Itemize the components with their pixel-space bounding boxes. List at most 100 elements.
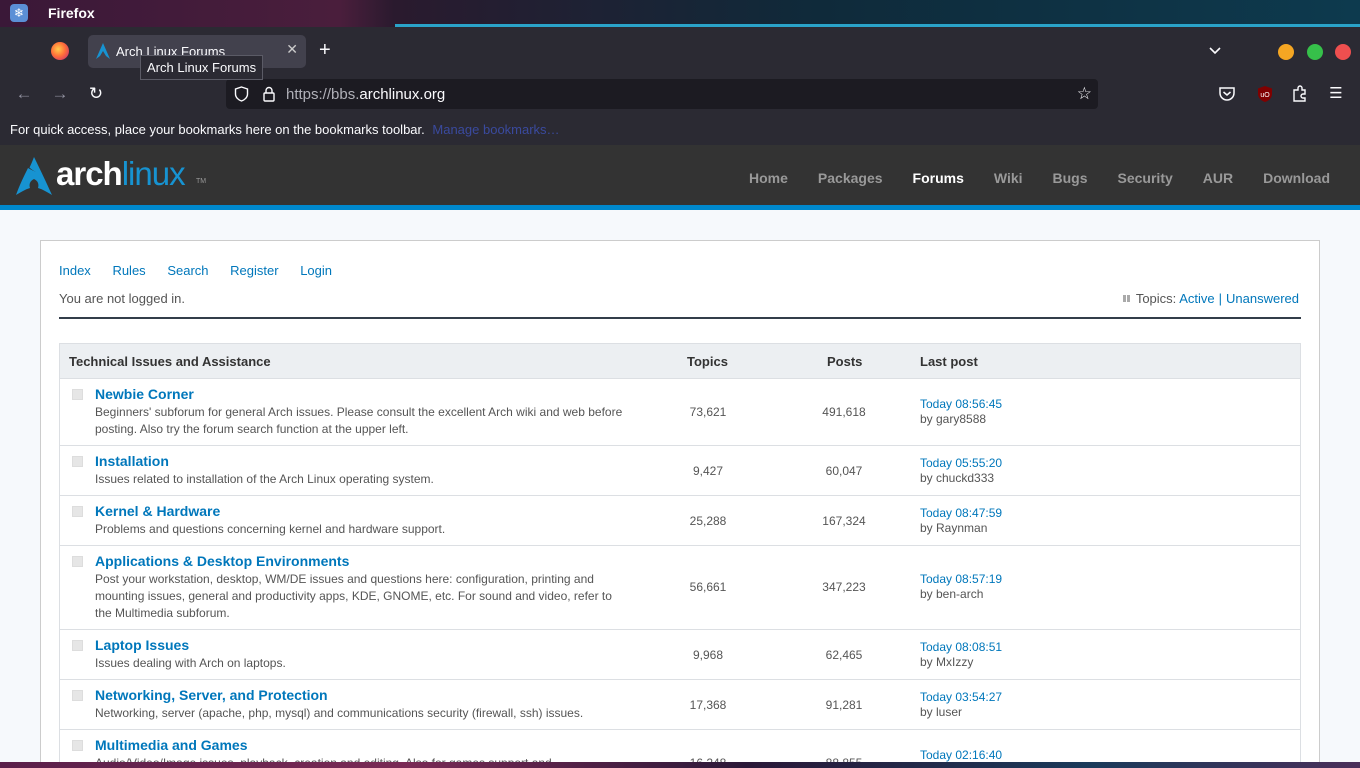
table-row: Installation Issues related to installat…	[60, 446, 1300, 496]
nav-packages[interactable]: Packages	[818, 170, 883, 186]
forward-arrow-icon[interactable]: →	[50, 84, 70, 104]
last-post-link[interactable]: Today 02:16:40	[920, 748, 1002, 762]
divider	[59, 317, 1301, 319]
topic-count: 17,368	[689, 698, 727, 712]
last-post: Today 08:56:45 by gary8588	[920, 397, 1002, 427]
last-post-link[interactable]: Today 08:57:19	[920, 572, 1002, 586]
firefox-view-icon[interactable]	[51, 42, 69, 60]
forum-name-link[interactable]: Newbie Corner	[95, 386, 194, 402]
last-post-link[interactable]: Today 05:55:20	[920, 456, 1002, 470]
table-row: Newbie Corner Beginners' subforum for ge…	[60, 379, 1300, 446]
arch-logo-icon[interactable]	[16, 157, 52, 195]
last-post-author: by ben-arch	[920, 587, 984, 601]
forum-description: Networking, server (apache, php, mysql) …	[95, 706, 584, 720]
forum-name-link[interactable]: Kernel & Hardware	[95, 503, 220, 519]
login-status: You are not logged in.	[59, 291, 186, 306]
category-heading: Technical Issues and Assistance	[69, 354, 271, 369]
reload-icon[interactable]: ↻	[86, 84, 106, 104]
close-window-button[interactable]	[1335, 44, 1351, 60]
forum-name-link[interactable]: Multimedia and Games	[95, 737, 247, 753]
trademark-mark: TM	[196, 178, 207, 185]
post-count: 62,465	[825, 648, 863, 662]
subnav-login[interactable]: Login	[300, 263, 332, 278]
url-bar[interactable]: https://bbs.archlinux.org ☆	[226, 79, 1098, 109]
nav-security[interactable]: Security	[1118, 170, 1173, 186]
nav-wiki[interactable]: Wiki	[994, 170, 1023, 186]
arch-header: archlinux TM Home Packages Forums Wiki B…	[0, 145, 1360, 205]
post-count: 167,324	[822, 514, 866, 528]
table-row: Networking, Server, and Protection Netwo…	[60, 680, 1300, 730]
ublock-origin-icon[interactable]: uO	[1256, 85, 1274, 103]
topic-count: 25,288	[689, 514, 727, 528]
manage-bookmarks-link[interactable]: Manage bookmarks…	[432, 122, 559, 137]
lock-icon[interactable]	[262, 86, 276, 102]
site-navigation: Home Packages Forums Wiki Bugs Security …	[719, 170, 1330, 186]
hamburger-menu-icon[interactable]: ☰	[1327, 85, 1345, 103]
nav-download[interactable]: Download	[1263, 170, 1330, 186]
tab-tooltip: Arch Linux Forums	[140, 55, 264, 80]
last-post: Today 05:55:20 by chuckd333	[920, 456, 1002, 486]
forum-name-link[interactable]: Installation	[95, 453, 169, 469]
svg-text:uO: uO	[1260, 92, 1270, 99]
subnav-search[interactable]: Search	[167, 263, 208, 278]
tracking-shield-icon[interactable]	[234, 86, 249, 102]
posts-column-header: Posts	[827, 354, 863, 369]
minimize-button[interactable]	[1278, 44, 1294, 60]
forum-status-icon	[72, 740, 83, 751]
forum-table: Technical Issues and Assistance Topics P…	[59, 343, 1301, 768]
last-post-link[interactable]: Today 08:47:59	[920, 506, 1002, 520]
forum-status-icon	[72, 389, 83, 400]
topic-count: 9,968	[692, 648, 724, 662]
forum-description: Issues dealing with Arch on laptops.	[95, 656, 286, 670]
app-launcher-icon[interactable]: ❄	[10, 4, 28, 22]
bookmarks-hint: For quick access, place your bookmarks h…	[10, 122, 425, 137]
back-arrow-icon[interactable]: ←	[14, 84, 34, 104]
nav-aur[interactable]: AUR	[1203, 170, 1233, 186]
last-post-link[interactable]: Today 08:08:51	[920, 640, 1002, 654]
post-count: 60,047	[825, 464, 863, 478]
navigation-toolbar: ← → ↻ https://bbs.archlinux.org ☆ uO ☰	[0, 74, 1360, 115]
last-post-link[interactable]: Today 08:56:45	[920, 397, 1002, 411]
unanswered-topics-link[interactable]: Unanswered	[1226, 291, 1299, 306]
forum-name-link[interactable]: Applications & Desktop Environments	[95, 553, 349, 569]
forum-name-link[interactable]: Networking, Server, and Protection	[95, 687, 328, 703]
last-post-author: by gary8588	[920, 412, 987, 426]
nav-bugs[interactable]: Bugs	[1053, 170, 1088, 186]
last-post: Today 02:16:40	[920, 748, 1002, 763]
subnav-rules[interactable]: Rules	[112, 263, 145, 278]
forum-status-icon	[72, 456, 83, 467]
bookmarks-toolbar: For quick access, place your bookmarks h…	[0, 115, 1360, 145]
forum-description: Beginners' subforum for general Arch iss…	[95, 405, 623, 436]
subnav-register[interactable]: Register	[230, 263, 278, 278]
nav-forums[interactable]: Forums	[913, 170, 964, 186]
forum-description: Post your workstation, desktop, WM/DE is…	[95, 572, 612, 620]
forum-panel: Index Rules Search Register Login You ar…	[40, 240, 1320, 768]
post-count: 91,281	[825, 698, 863, 712]
topic-count: 56,661	[689, 580, 727, 594]
url-text: https://bbs.archlinux.org	[286, 86, 446, 103]
last-post-column-header: Last post	[920, 354, 978, 369]
table-row: Applications & Desktop Environments Post…	[60, 546, 1300, 630]
maximize-button[interactable]	[1307, 44, 1323, 60]
topic-count: 9,427	[692, 464, 724, 478]
arch-favicon-icon	[96, 43, 110, 59]
forum-status-icon	[72, 690, 83, 701]
new-tab-icon[interactable]: +	[319, 40, 331, 60]
arch-logo-text[interactable]: archlinux	[56, 155, 186, 193]
table-row: Kernel & Hardware Problems and questions…	[60, 496, 1300, 546]
tab-list-chevron-icon[interactable]	[1208, 44, 1222, 58]
bookmark-star-icon[interactable]: ☆	[1077, 84, 1092, 104]
extensions-puzzle-icon[interactable]	[1291, 85, 1309, 103]
tab-close-icon[interactable]: ✕	[286, 41, 298, 58]
forum-name-link[interactable]: Laptop Issues	[95, 637, 189, 653]
last-post-link[interactable]: Today 03:54:27	[920, 690, 1002, 704]
last-post-author: by Raynman	[920, 521, 988, 535]
forum-description: Issues related to installation of the Ar…	[95, 472, 434, 486]
nav-home[interactable]: Home	[749, 170, 788, 186]
subnav-index[interactable]: Index	[59, 263, 91, 278]
active-topics-link[interactable]: Active	[1179, 291, 1214, 306]
page-body: Index Rules Search Register Login You ar…	[0, 210, 1360, 768]
pocket-icon[interactable]	[1218, 85, 1236, 103]
post-count: 491,618	[822, 405, 866, 419]
forum-status-icon	[72, 506, 83, 517]
